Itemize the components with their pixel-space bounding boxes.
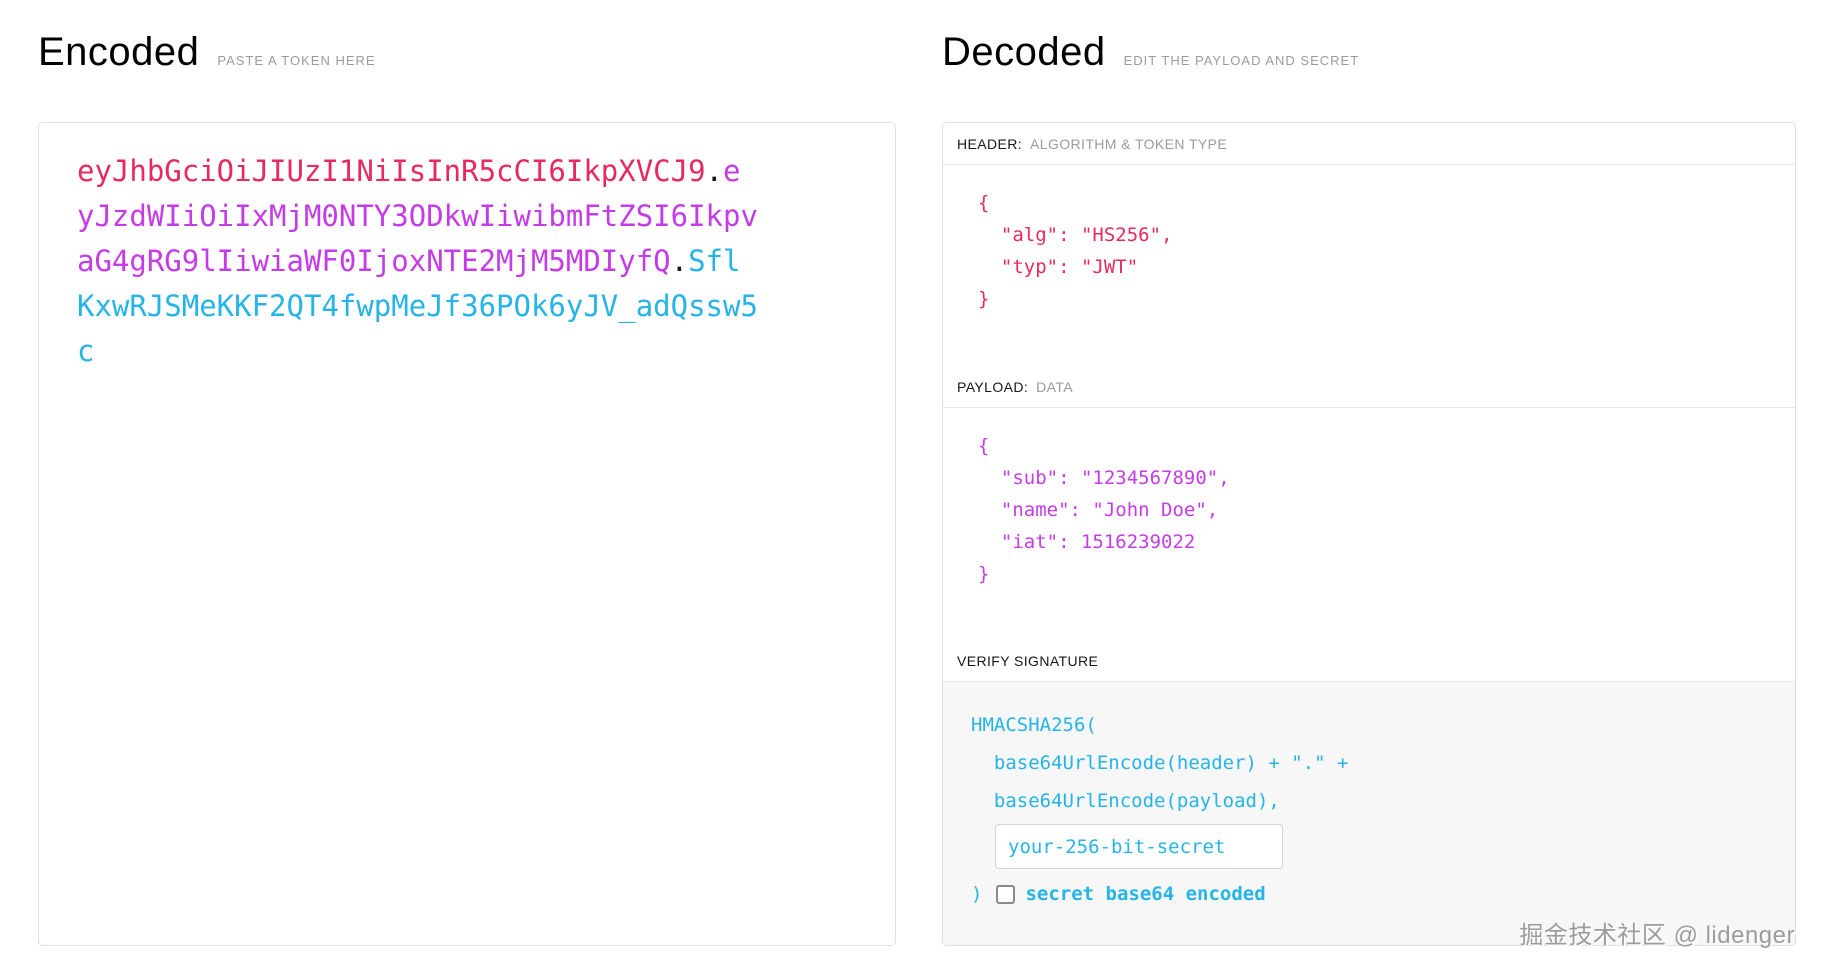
header-json-editor[interactable]: { "alg": "HS256", "typ": "JWT" } bbox=[943, 165, 1795, 366]
token-header-segment: eyJhbGciOiJIUzI1NiIsInR5cCI6IkpXVCJ9 bbox=[77, 154, 706, 188]
token-separator-dot: . bbox=[705, 154, 724, 188]
signature-code-lines: HMACSHA256( base64UrlEncode(header) + ".… bbox=[971, 714, 1349, 812]
payload-section-sublabel: DATA bbox=[1036, 378, 1074, 395]
decoded-subtitle: EDIT THE PAYLOAD AND SECRET bbox=[1123, 53, 1360, 68]
payload-section-label-row: PAYLOAD: DATA bbox=[943, 366, 1795, 408]
encoded-subtitle: PASTE A TOKEN HERE bbox=[217, 53, 376, 68]
decoded-panel: HEADER: ALGORITHM & TOKEN TYPE { "alg": … bbox=[942, 122, 1796, 946]
decoded-title-row: Decoded EDIT THE PAYLOAD AND SECRET bbox=[942, 30, 1359, 75]
decoded-title: Decoded bbox=[942, 30, 1106, 74]
header-section-label-row: HEADER: ALGORITHM & TOKEN TYPE bbox=[943, 123, 1795, 165]
payload-section-label: PAYLOAD: bbox=[957, 378, 1029, 395]
payload-json-editor[interactable]: { "sub": "1234567890", "name": "John Doe… bbox=[943, 408, 1795, 640]
watermark-text: 掘金技术社区 @ lidenger bbox=[1519, 922, 1795, 949]
verify-signature-body: HMACSHA256( base64UrlEncode(header) + ".… bbox=[943, 682, 1795, 945]
header-section-label: HEADER: bbox=[957, 135, 1023, 152]
signature-closing-paren: ) bbox=[971, 883, 983, 905]
encoded-title: Encoded bbox=[38, 30, 200, 74]
signature-bottom-row: ) secret base64 encoded bbox=[971, 875, 1781, 913]
secret-base64-checkbox-label[interactable]: secret base64 encoded bbox=[1025, 875, 1265, 913]
jwt-token-text[interactable]: eyJhbGciOiJIUzI1NiIsInR5cCI6IkpXVCJ9.eyJ… bbox=[77, 149, 758, 374]
secret-base64-checkbox[interactable] bbox=[996, 884, 1016, 904]
verify-signature-label-row: VERIFY SIGNATURE bbox=[943, 640, 1795, 682]
encoded-title-row: Encoded PASTE A TOKEN HERE bbox=[38, 30, 376, 75]
header-section-sublabel: ALGORITHM & TOKEN TYPE bbox=[1030, 135, 1228, 152]
token-separator-dot: . bbox=[670, 244, 689, 278]
verify-signature-label: VERIFY SIGNATURE bbox=[957, 652, 1099, 669]
secret-input[interactable] bbox=[995, 824, 1283, 869]
encoded-token-editor[interactable]: eyJhbGciOiJIUzI1NiIsInR5cCI6IkpXVCJ9.eyJ… bbox=[38, 122, 896, 946]
